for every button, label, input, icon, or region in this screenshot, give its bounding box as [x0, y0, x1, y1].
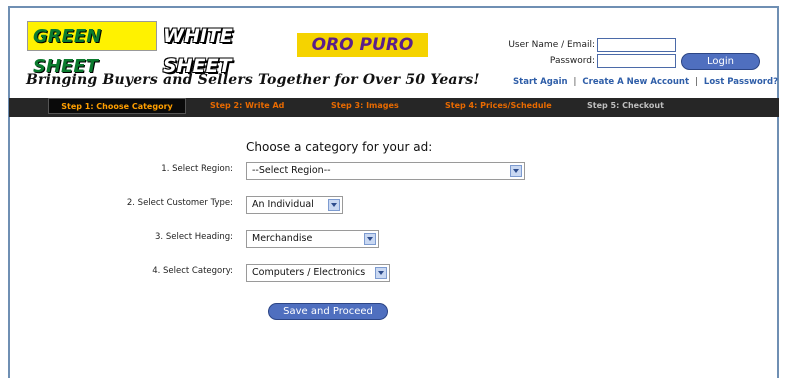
heading-select[interactable]: Merchandise	[246, 230, 379, 248]
step-3-tab[interactable]: Step 3: Images	[331, 101, 399, 110]
steps-bar: Step 1: Choose Category Step 2: Write Ad…	[9, 98, 779, 117]
username-label: User Name / Email:	[508, 40, 595, 50]
lost-password-link[interactable]: Lost Password?	[704, 77, 778, 87]
heading-select-value: Merchandise	[252, 233, 313, 244]
oro-puro-logo[interactable]: ORO PURO	[297, 33, 428, 57]
link-separator: |	[695, 77, 698, 87]
region-select-value: --Select Region--	[252, 165, 331, 176]
tagline: Bringing Buyers and Sellers Together for…	[26, 72, 480, 88]
customer-type-label: 2. Select Customer Type:	[126, 198, 233, 208]
step-1-tab[interactable]: Step 1: Choose Category	[48, 98, 186, 114]
white-sheet-logo[interactable]: WHITE SHEET	[158, 21, 295, 77]
chevron-down-icon[interactable]	[510, 165, 522, 177]
heading-label: 3. Select Heading:	[155, 232, 233, 242]
password-label: Password:	[549, 56, 595, 66]
create-account-link[interactable]: Create A New Account	[582, 77, 689, 87]
customer-type-select[interactable]: An Individual	[246, 196, 343, 214]
chevron-down-icon[interactable]	[375, 267, 387, 279]
chevron-down-icon[interactable]	[364, 233, 376, 245]
category-label: 4. Select Category:	[152, 266, 233, 276]
save-and-proceed-button[interactable]: Save and Proceed	[268, 303, 388, 320]
region-label: 1. Select Region:	[161, 164, 233, 174]
form-heading: Choose a category for your ad:	[246, 140, 433, 154]
link-separator: |	[573, 77, 577, 87]
step-5-tab[interactable]: Step 5: Checkout	[587, 101, 664, 110]
start-again-link[interactable]: Start Again	[513, 77, 568, 87]
region-select[interactable]: --Select Region--	[246, 162, 525, 180]
password-field[interactable]	[597, 54, 676, 68]
step-4-tab[interactable]: Step 4: Prices/Schedule	[445, 101, 552, 110]
chevron-down-icon[interactable]	[328, 199, 340, 211]
login-button[interactable]: Login	[681, 53, 760, 70]
customer-type-select-value: An Individual	[252, 199, 314, 210]
green-sheet-logo[interactable]: GREEN SHEET	[27, 21, 157, 77]
username-field[interactable]	[597, 38, 676, 52]
account-links: Start Again | Create A New Account | Lost Pa…	[513, 77, 778, 87]
step-2-tab[interactable]: Step 2: Write Ad	[210, 101, 284, 110]
category-select[interactable]: Computers / Electronics	[246, 264, 390, 282]
category-select-value: Computers / Electronics	[252, 267, 366, 278]
